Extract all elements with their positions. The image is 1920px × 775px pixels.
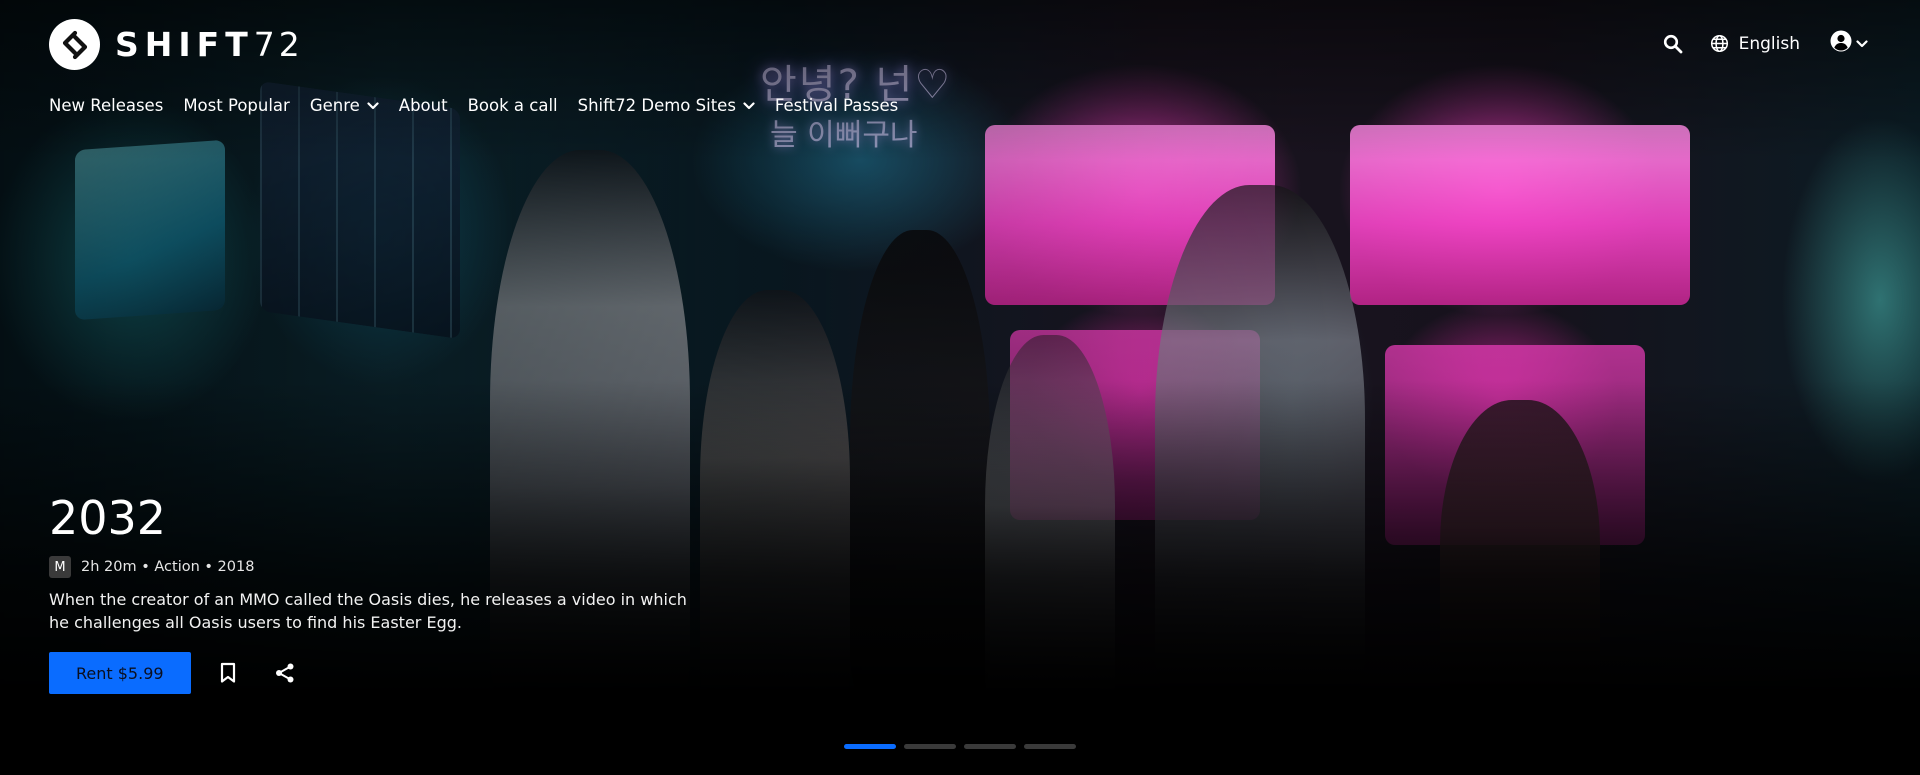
search-icon[interactable] xyxy=(1660,31,1686,57)
site-header: SHIFT72 New Releases Most Popular Genre … xyxy=(0,0,1920,130)
nav-item-label: Genre xyxy=(309,96,360,115)
film-meta: M 2h 20m • Action • 2018 xyxy=(49,556,749,578)
carousel-dot[interactable] xyxy=(904,744,956,749)
nav-item-label: About xyxy=(398,96,448,115)
chevron-down-icon xyxy=(743,101,755,110)
rating-badge: M xyxy=(49,556,71,578)
carousel-indicators xyxy=(844,744,1084,749)
nav-item-label: Festival Passes xyxy=(774,96,899,115)
film-description: When the creator of an MMO called the Oa… xyxy=(49,590,687,632)
nav-item-label: Shift72 Demo Sites xyxy=(577,96,736,115)
hero-details: 2032 M 2h 20m • Action • 2018 When the c… xyxy=(49,490,749,694)
nav-item-about[interactable]: About xyxy=(399,96,448,115)
nav-item-genre[interactable]: Genre xyxy=(310,96,379,115)
film-actions: Rent $5.99 xyxy=(49,652,749,694)
globe-icon xyxy=(1710,34,1729,53)
chevron-down-icon xyxy=(1856,39,1868,48)
account-menu[interactable] xyxy=(1830,30,1868,57)
nav-item-festival-passes[interactable]: Festival Passes xyxy=(775,96,898,115)
brand-name-prefix: SHIFT xyxy=(115,25,254,64)
brand-name-suffix: 72 xyxy=(253,25,304,64)
chevron-down-icon xyxy=(367,101,379,110)
film-meta-text: 2h 20m • Action • 2018 xyxy=(81,559,255,575)
brand-logo-mark xyxy=(49,19,100,70)
nav-item-label: New Releases xyxy=(49,96,164,115)
nav-item-new-releases[interactable]: New Releases xyxy=(49,96,163,115)
carousel-dot[interactable] xyxy=(1024,744,1076,749)
language-selector[interactable]: English xyxy=(1710,34,1800,54)
nav-item-label: Most Popular xyxy=(183,96,290,115)
header-actions: English xyxy=(1660,30,1868,57)
nav-item-demo-sites[interactable]: Shift72 Demo Sites xyxy=(578,96,755,115)
share-icon[interactable] xyxy=(265,653,305,693)
language-label: English xyxy=(1738,33,1800,54)
nav-item-most-popular[interactable]: Most Popular xyxy=(183,96,290,115)
user-circle-icon xyxy=(1830,30,1852,57)
carousel-dot[interactable] xyxy=(844,744,896,749)
nav-item-book-a-call[interactable]: Book a call xyxy=(468,96,558,115)
main-nav: New Releases Most Popular Genre About Bo… xyxy=(49,96,918,115)
brand-logo[interactable]: SHIFT72 xyxy=(49,19,304,70)
brand-wordmark: SHIFT72 xyxy=(115,28,304,61)
film-title: 2032 xyxy=(49,491,167,545)
nav-item-label: Book a call xyxy=(467,96,558,115)
carousel-dot[interactable] xyxy=(964,744,1016,749)
rent-button[interactable]: Rent $5.99 xyxy=(49,652,191,694)
bookmark-icon[interactable] xyxy=(208,653,248,693)
